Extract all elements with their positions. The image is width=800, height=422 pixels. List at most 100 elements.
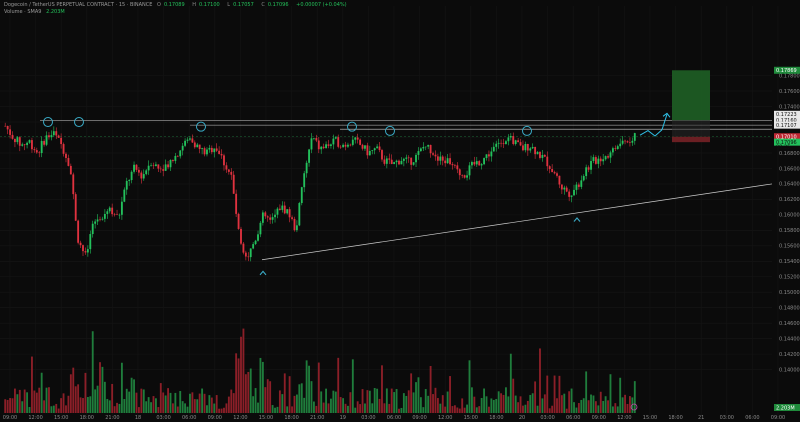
volume-bar <box>364 403 366 413</box>
volume-bar <box>378 398 381 413</box>
candle <box>422 146 425 149</box>
candle <box>492 146 495 152</box>
volume-bar <box>9 398 12 413</box>
volume-bar <box>590 394 592 413</box>
candle <box>308 149 310 163</box>
candle <box>611 148 614 153</box>
price-chart[interactable]: 0.178000.176000.174000.172000.170000.168… <box>0 0 800 422</box>
header-line-1: Dogecoin / TetherUS PERPETUAL CONTRACT ·… <box>4 2 347 8</box>
candle <box>82 245 84 252</box>
volume-bar <box>120 362 123 413</box>
volume-bar <box>505 387 507 413</box>
candle <box>565 187 568 192</box>
volume-bar <box>235 353 238 413</box>
volume-bar <box>436 398 439 413</box>
resistance-lines <box>0 119 773 261</box>
candle <box>351 139 354 145</box>
volume-bar <box>473 396 476 413</box>
candle <box>50 135 53 138</box>
candle <box>274 214 276 218</box>
volume-bar <box>546 375 549 413</box>
candle <box>261 212 264 223</box>
volume-bar <box>89 396 92 413</box>
candle <box>558 175 561 185</box>
candle <box>475 161 478 165</box>
volume-bar <box>14 388 16 413</box>
volume-bar <box>213 403 216 413</box>
candle <box>184 140 187 146</box>
volume-bar <box>291 406 293 413</box>
open-value: 0.17089 <box>163 2 185 8</box>
volume-bar <box>461 398 464 413</box>
candle <box>201 148 204 150</box>
candle <box>590 161 592 170</box>
candle <box>577 184 580 187</box>
touch-circle <box>196 121 206 132</box>
candle <box>215 148 218 151</box>
candle <box>186 139 189 141</box>
volume-bar <box>184 403 187 413</box>
x-tick-label: 12:00 <box>617 415 631 421</box>
candle <box>539 151 541 158</box>
volume-bar <box>534 381 537 413</box>
candle <box>35 150 38 153</box>
volume-bar <box>237 358 240 413</box>
volume-bar <box>517 402 520 413</box>
volume-bar <box>176 406 179 413</box>
volume-bar <box>135 392 138 413</box>
candle <box>125 180 128 190</box>
candle <box>395 160 398 163</box>
candle <box>376 146 379 149</box>
volume-bar <box>412 392 415 413</box>
change-value: +0.00007 (+0.04%) <box>296 2 347 8</box>
candle <box>23 144 26 146</box>
candle <box>594 157 597 164</box>
candle <box>150 165 152 167</box>
candle <box>18 137 21 146</box>
candle <box>628 142 631 143</box>
volume-bar <box>463 407 466 413</box>
volume-bar <box>4 399 7 413</box>
volume-bar <box>252 396 255 413</box>
candle <box>312 138 315 139</box>
volume-bar <box>424 389 427 413</box>
volume-bar <box>485 396 488 413</box>
volume-bar <box>276 406 279 413</box>
volume-bar <box>271 405 274 413</box>
y-tick-label: 0.14000 <box>779 367 800 373</box>
candle <box>607 156 609 158</box>
candle <box>553 172 556 174</box>
candle <box>96 219 99 222</box>
volume-bar <box>565 408 568 413</box>
y-tick-label: 0.15600 <box>779 244 800 250</box>
volume-bar <box>509 353 512 413</box>
candle <box>534 146 537 155</box>
candle <box>174 155 177 161</box>
candle <box>79 242 82 246</box>
volume-bar <box>512 378 515 413</box>
candle <box>393 162 396 165</box>
candle <box>45 135 48 145</box>
candle <box>429 144 432 154</box>
candle <box>415 154 417 163</box>
volume-bar <box>11 398 14 413</box>
candle <box>349 144 352 146</box>
candle <box>449 158 451 165</box>
candle <box>218 150 221 154</box>
volume-bar <box>381 365 383 413</box>
candle <box>330 144 332 146</box>
volume-bar <box>21 401 24 413</box>
low-value: 0.17057 <box>233 2 254 8</box>
candle <box>38 152 41 154</box>
candle <box>152 165 155 167</box>
volume-bar <box>495 398 498 413</box>
candle <box>456 165 459 170</box>
x-tick-label: 12:00 <box>233 415 247 421</box>
candle <box>334 137 337 139</box>
touch-circle <box>522 125 532 136</box>
volume-bar <box>556 398 558 413</box>
volume-bar <box>227 396 230 413</box>
volume-bar <box>240 336 242 413</box>
candle <box>130 171 133 181</box>
volume-bar <box>507 396 510 413</box>
